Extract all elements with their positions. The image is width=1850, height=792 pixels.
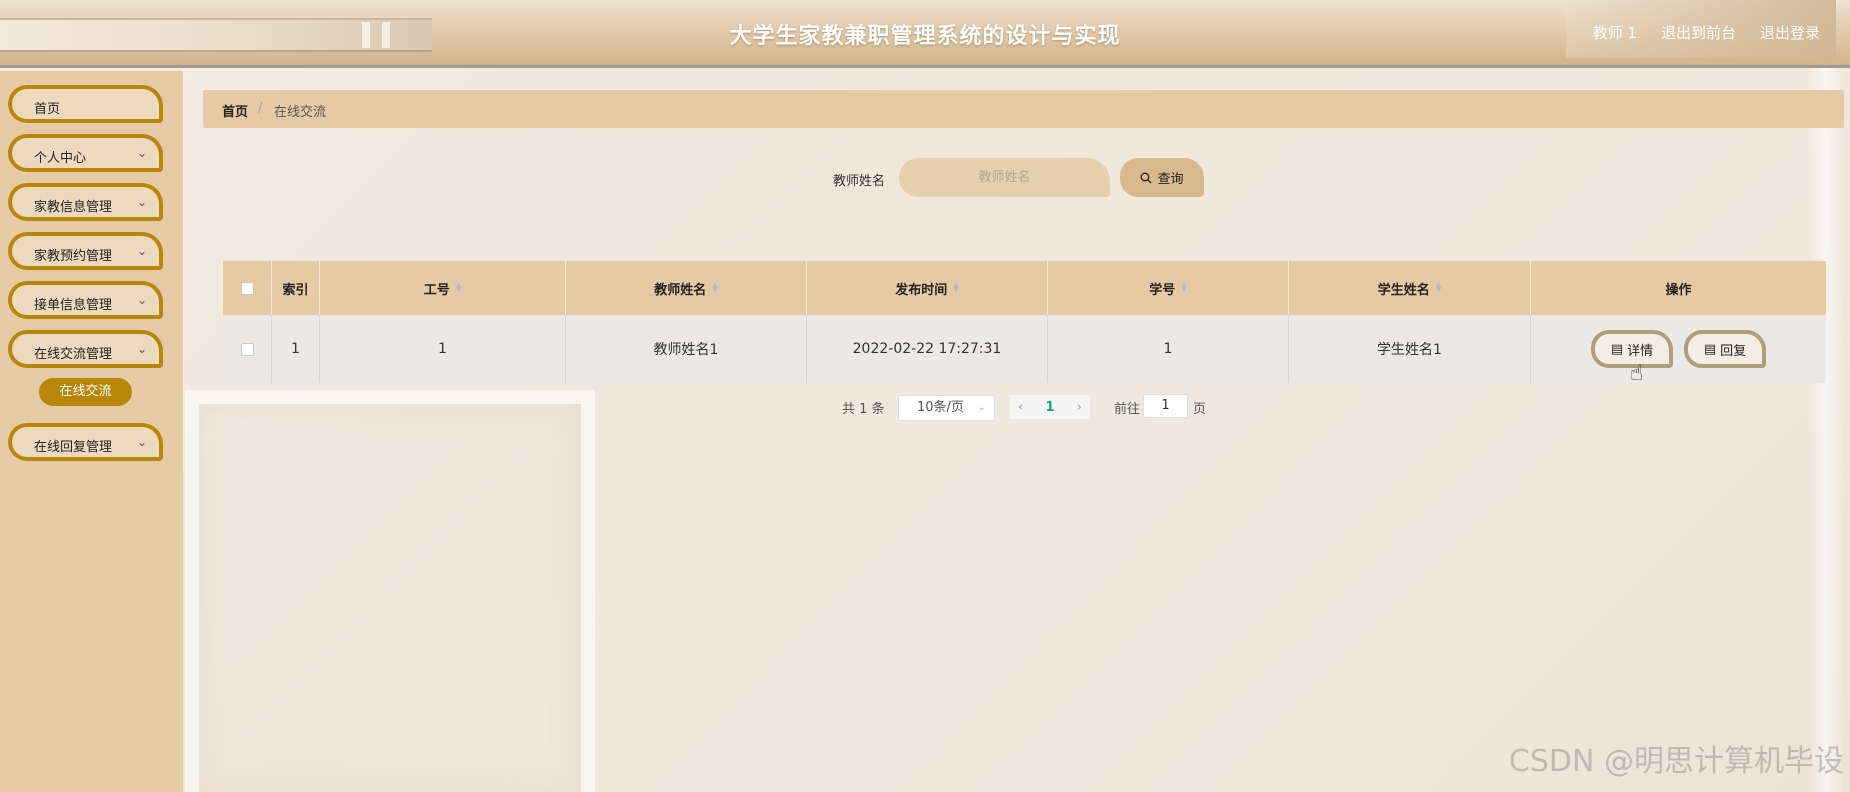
cell-job-no: 1 (320, 315, 566, 383)
column-header-label: 索引 (282, 282, 309, 298)
column-header-label: 工号 (423, 282, 450, 298)
watermark: CSDN @明思计算机毕设 (1508, 744, 1844, 779)
sidebar-item-label: 家教预约管理 (34, 249, 113, 264)
background-pillar (1808, 68, 1844, 792)
chevron-down-icon: ⌄ (136, 244, 147, 258)
sort-icon[interactable]: ▲ ▼ (456, 282, 461, 294)
sidebar-item-label: 个人中心 (34, 151, 87, 166)
header-select-all-cell (223, 261, 272, 315)
sidebar-item-online-reply[interactable]: 在线回复管理 ⌄ (8, 423, 163, 461)
search-input[interactable] (899, 158, 1110, 197)
chevron-down-icon: ⌄ (136, 342, 147, 356)
column-header-index: 索引 (272, 261, 320, 315)
cell-publish-time: 2022-02-22 17:27:31 (807, 315, 1048, 383)
sidebar-item-order-info[interactable]: 接单信息管理 ⌄ (8, 281, 163, 319)
sort-icon[interactable]: ▲ ▼ (1436, 282, 1441, 294)
document-icon: ▤ (1610, 341, 1624, 357)
page-size-select[interactable]: 10条/页 ⌄ (898, 395, 995, 421)
column-header-student-no[interactable]: 学号 ▲ ▼ (1048, 261, 1289, 315)
sidebar-item-label: 首页 (34, 102, 61, 117)
next-page-icon[interactable]: › (1077, 400, 1082, 415)
search-icon (1141, 172, 1152, 183)
cell-actions: ▤ 详情 ▤ 回复 (1531, 315, 1826, 383)
sidebar-item-home[interactable]: 首页 (8, 85, 163, 123)
cell-student-no: 1 (1048, 315, 1289, 383)
page-unit-label: 页 (1193, 402, 1207, 417)
cell-index: 1 (272, 315, 320, 383)
column-header-job-no[interactable]: 工号 ▲ ▼ (320, 261, 566, 315)
sidebar-item-label: 在线交流管理 (34, 347, 113, 362)
breadcrumb-separator: / (258, 101, 263, 116)
sort-icon[interactable]: ▲ ▼ (953, 282, 958, 294)
sidebar-item-online-chat[interactable]: 在线交流管理 ⌄ (8, 330, 163, 368)
column-header-label: 学生姓名 (1377, 282, 1430, 298)
column-header-teacher-name[interactable]: 教师姓名 ▲ ▼ (566, 261, 807, 315)
sort-icon[interactable]: ▲ ▼ (1181, 282, 1186, 294)
table-header: 索引 工号 ▲ ▼ 教师姓名 ▲ ▼ 发布时间 ▲ ▼ 学号 ▲ ▼ 学生姓名 ▲ ▼ 操… (223, 261, 1826, 315)
back-to-front-link[interactable]: 退出到前台 (1661, 22, 1736, 43)
document-icon: ▤ (1703, 341, 1717, 357)
sidebar-item-tutor-booking[interactable]: 家教预约管理 ⌄ (8, 232, 163, 270)
column-header-label: 操作 (1665, 282, 1692, 298)
column-header-actions: 操作 (1531, 261, 1826, 315)
sidebar-item-label: 接单信息管理 (34, 298, 113, 313)
select-all-checkbox[interactable] (240, 281, 254, 295)
goto-page-input[interactable]: 1 (1143, 394, 1188, 418)
cell-teacher-name: 教师姓名1 (566, 315, 807, 383)
pagination-total: 共 1 条 (842, 402, 885, 417)
top-header: 大学生家教兼职管理系统的设计与实现 教师 1 退出到前台 退出登录 (0, 0, 1850, 68)
logout-link[interactable]: 退出登录 (1760, 22, 1820, 43)
app-title: 大学生家教兼职管理系统的设计与实现 (729, 24, 1121, 49)
sidebar-item-personal-center[interactable]: 个人中心 ⌄ (8, 134, 163, 172)
sidebar-item-tutor-info[interactable]: 家教信息管理 ⌄ (8, 183, 163, 221)
sidebar-item-label: 在线回复管理 (34, 440, 113, 455)
sort-icon[interactable]: ▲ ▼ (712, 282, 717, 294)
column-header-label: 发布时间 (895, 282, 948, 298)
search-button-label: 查询 (1157, 172, 1184, 187)
column-header-student-name[interactable]: 学生姓名 ▲ ▼ (1289, 261, 1531, 315)
chevron-down-icon: ⌄ (136, 195, 147, 209)
chevron-down-icon: ⌄ (977, 402, 986, 413)
hand-cursor-icon: ☝ (1630, 361, 1644, 386)
chevron-down-icon: ⌄ (136, 293, 147, 307)
chevron-down-icon: ⌄ (136, 146, 147, 160)
detail-button-label: 详情 (1627, 343, 1654, 359)
breadcrumb: 首页 / 在线交流 (203, 90, 1844, 128)
header-links: 教师 1 退出到前台 退出登录 (1593, 22, 1820, 43)
sidebar: 首页 个人中心 ⌄ 家教信息管理 ⌄ 家教预约管理 ⌄ 接单信息管理 ⌄ 在线交… (0, 71, 183, 792)
column-header-label: 学号 (1149, 282, 1176, 298)
row-checkbox[interactable] (240, 342, 254, 356)
goto-label: 前往 (1114, 402, 1141, 417)
pagination-nav: ‹ 1 › (1010, 395, 1090, 419)
breadcrumb-home[interactable]: 首页 (222, 101, 248, 120)
search-label: 教师姓名 (833, 174, 886, 189)
sidebar-subitem-online-chat[interactable]: 在线交流 (39, 378, 132, 406)
breadcrumb-current: 在线交流 (274, 105, 327, 120)
column-header-publish-time[interactable]: 发布时间 ▲ ▼ (807, 261, 1048, 315)
row-select-cell (223, 315, 272, 383)
table-row: 1 1 教师姓名1 2022-02-22 17:27:31 1 学生姓名1 ▤ … (223, 315, 1826, 383)
reply-button[interactable]: ▤ 回复 (1684, 330, 1766, 368)
page-number[interactable]: 1 (1045, 400, 1054, 415)
reply-button-label: 回复 (1720, 343, 1747, 359)
sidebar-item-label: 家教信息管理 (34, 200, 113, 215)
cell-student-name: 学生姓名1 (1289, 315, 1531, 383)
background-frame (185, 390, 595, 792)
page-size-value: 10条/页 (917, 400, 964, 415)
data-table: 索引 工号 ▲ ▼ 教师姓名 ▲ ▼ 发布时间 ▲ ▼ 学号 ▲ ▼ 学生姓名 ▲ ▼ 操… (223, 261, 1826, 383)
search-button[interactable]: 查询 (1120, 158, 1204, 197)
prev-page-icon[interactable]: ‹ (1018, 400, 1023, 415)
column-header-label: 教师姓名 (654, 282, 707, 298)
chevron-down-icon: ⌄ (136, 435, 147, 449)
current-user[interactable]: 教师 1 (1593, 22, 1637, 43)
